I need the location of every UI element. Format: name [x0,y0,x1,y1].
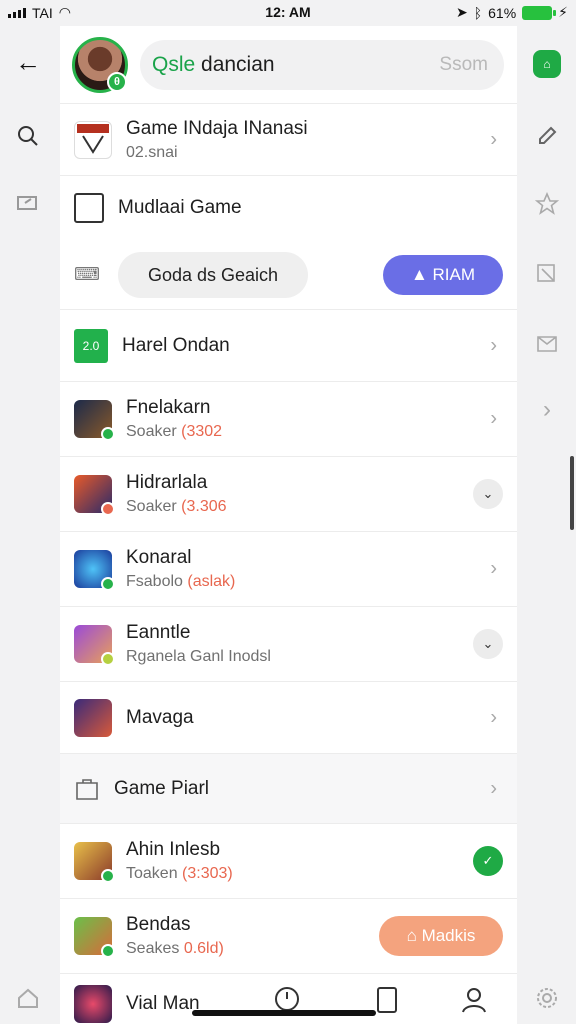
tag-icon[interactable] [14,188,42,216]
list-item[interactable]: Ahin Inlesb Toaken (3:303) ✓ [60,824,517,899]
back-arrow-icon[interactable]: ← [14,47,42,77]
list-item-title: Ahin Inlesb [126,839,221,860]
chevron-right-icon: › [490,128,497,150]
bag-icon [76,778,98,800]
list-item[interactable]: Game Piarl › [60,754,517,824]
search-pill-button[interactable]: Goda ds Geaich [118,251,308,298]
list-item[interactable]: Bendas Seakes 0.6ld) ⌂ Madkis [60,899,517,974]
store-icon[interactable]: ⌂ [533,50,561,78]
game-thumbnail [74,917,115,958]
list-item-title: Eanntle [126,622,191,643]
list-item-title: Mavaga [126,706,194,728]
list-item[interactable]: 2.0 Harel Ondan › [60,310,517,382]
list-item-subtitle: Fsabolo (aslak) [126,573,236,590]
phone-icon[interactable] [376,986,398,1017]
list-item[interactable]: Konaral Fsabolo (aslak) › [60,532,517,607]
bluetooth-icon: ᛒ [473,4,483,21]
edit-icon[interactable] [533,258,561,286]
status-right: ➤ ᛒ 61% ⚡ [456,4,568,21]
list-item[interactable]: Hidrarlala Soaker (3.306 ⌄ [60,457,517,532]
list-item-subtitle: Seakes 0.6ld) [126,940,224,957]
list-item[interactable]: Eanntle Rganela Ganl Inodsl ⌄ [60,607,517,682]
orange-action-button[interactable]: ⌂ Madkis [379,916,503,956]
game-thumbnail [74,120,112,159]
list-item-title: Mudlaai Game [118,197,242,218]
list-item[interactable]: Mavaga › [60,682,517,754]
list-item-title: Harel Ondan [122,334,230,356]
pencil-icon[interactable] [533,122,561,150]
profile-name: Qsle dancian [152,52,275,76]
inbox-icon[interactable] [533,328,561,356]
chevron-right-icon: › [490,557,497,580]
chevron-right-icon: › [490,407,497,430]
action-row: ⌨ Goda ds Geaich ▲ RIAM [60,240,517,310]
list-item[interactable]: Game INdaja INanasi 02.snai › [60,104,517,176]
chevron-right-icon: › [490,334,497,356]
list-item-subtitle: Soaker (3.306 [126,498,227,515]
location-icon: ➤ [455,4,468,20]
left-rail: ← [0,26,58,1024]
list-item-title: Konaral [126,547,192,568]
list-item-title: Game Piarl [114,777,210,799]
list-item-title: Game INdaja INanasi [126,117,308,139]
user-icon[interactable] [460,986,488,1017]
battery-percent: 61% [488,4,517,21]
chevron-right-icon: › [490,777,497,799]
avatar-badge: θ [107,71,127,92]
status-bar: TAI ◠ 12: AM ➤ ᛒ 61% ⚡ [0,0,576,26]
list-item-title: Bendas [126,914,191,935]
folder-icon [74,193,104,223]
profile-search-bar[interactable]: Qsle dancian Ssom [140,39,504,90]
keyboard-icon: ⌨ [74,264,100,284]
list-item-subtitle: Rganela Ganl Inodsl [126,648,271,665]
list-item-subtitle: Toaken (3:303) [126,865,233,882]
game-thumbnail [74,475,115,516]
primary-action-button[interactable]: ▲ RIAM [383,254,503,295]
home-indicator [192,1010,376,1016]
confirm-button[interactable]: ✓ [473,846,503,876]
search-placeholder: Ssom [439,53,488,75]
battery-icon [522,5,557,20]
star-icon[interactable] [533,190,561,218]
game-thumbnail [74,400,115,441]
avatar[interactable]: θ [72,36,128,93]
charging-icon: ⚡ [558,4,568,20]
game-thumbnail [74,698,112,737]
expand-button[interactable]: ⌄ [473,479,503,509]
scrollbar[interactable] [570,456,574,530]
list-item[interactable]: Mudlaai Game [60,176,517,240]
right-rail: ⌂ › [518,26,576,1024]
game-thumbnail [74,550,115,591]
tag-badge: 2.0 [74,328,108,363]
chevron-right-icon[interactable]: › [533,396,561,424]
list-item-subtitle: Soaker (3302 [126,423,223,440]
list-item-title: Fnelakarn [126,397,211,418]
profile-header: θ Qsle dancian Ssom [60,26,517,104]
list-item[interactable]: Fnelakarn Soaker (3302 › [60,382,517,457]
game-thumbnail [74,625,115,666]
list-item-title: Hidrarlala [126,472,208,493]
chevron-right-icon: › [490,706,497,728]
expand-button[interactable]: ⌄ [473,629,503,659]
list-item-subtitle: 02.snai [126,143,178,161]
main-panel: θ Qsle dancian Ssom Game INdaja INanasi … [60,26,517,1024]
game-thumbnail [74,842,115,883]
search-icon[interactable] [14,122,42,150]
